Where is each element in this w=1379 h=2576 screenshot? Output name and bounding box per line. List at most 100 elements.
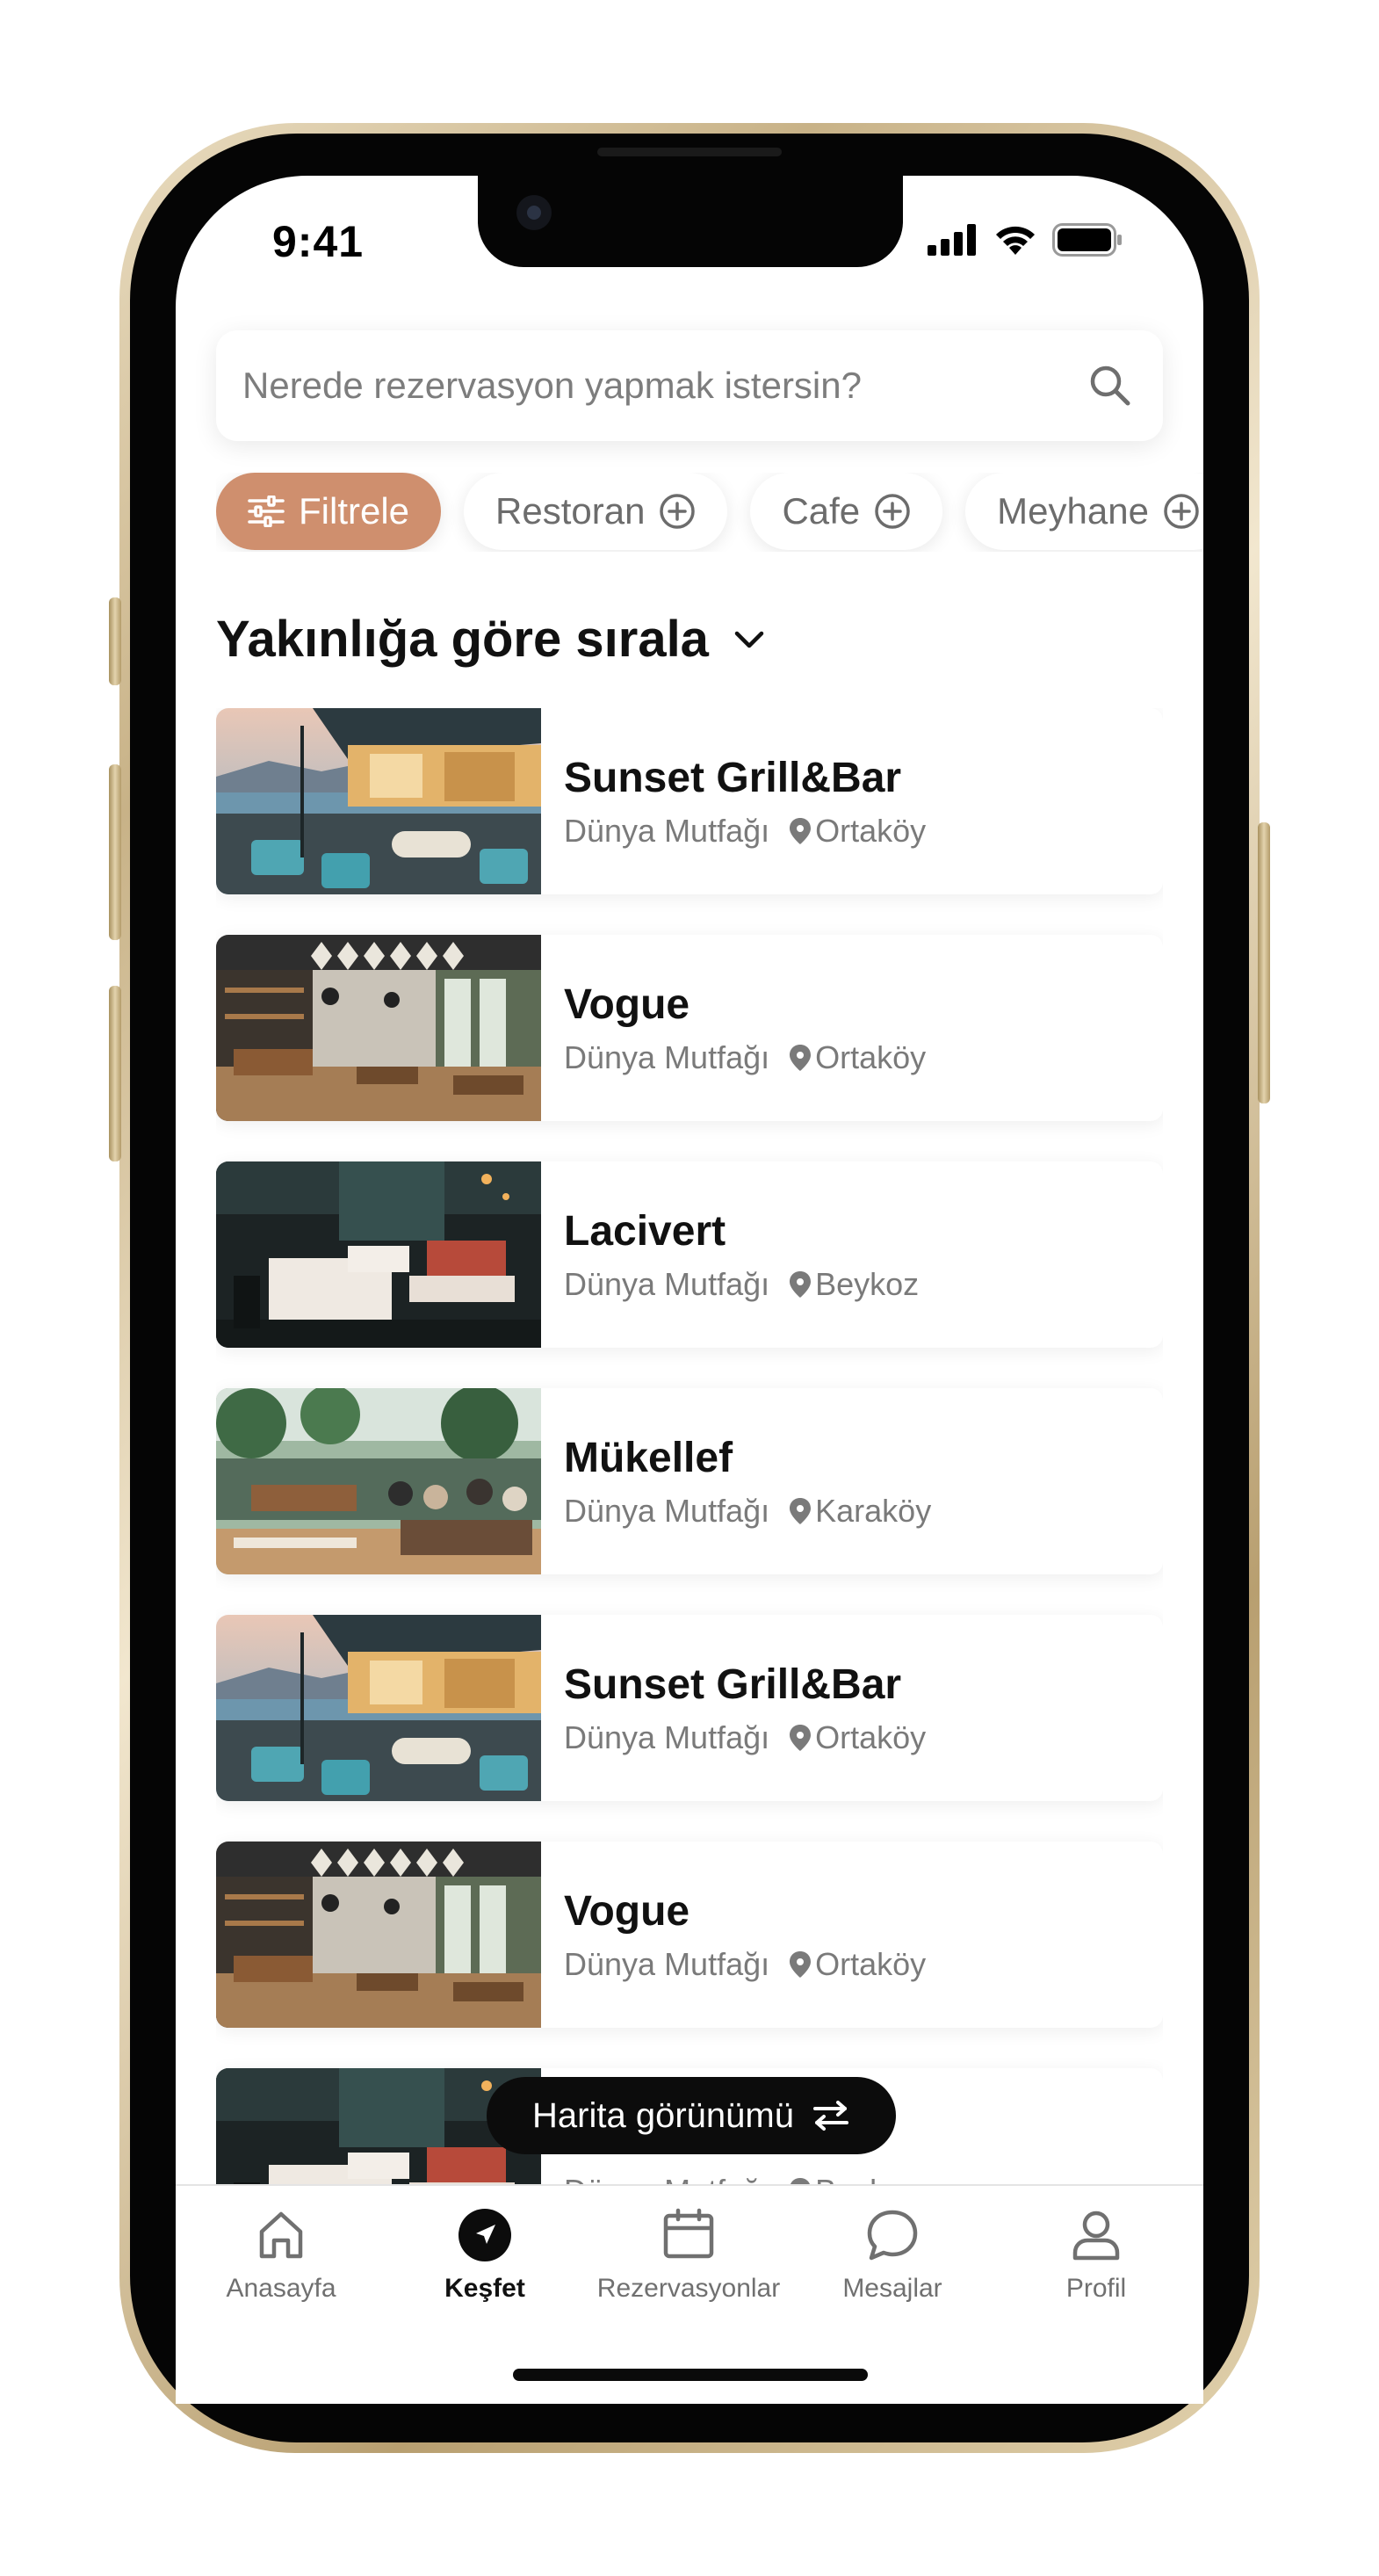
restaurant-location: Ortaköy [815,1946,927,1982]
location-pin-icon [790,1951,812,1978]
volume-up-button [109,764,121,940]
restaurant-cuisine: Dünya Mutfağı [564,1719,770,1755]
tab-label: Anasayfa [226,2274,336,2303]
restaurant-thumbnail [216,935,541,1121]
restaurant-meta: Dünya Mutfağı Karaköy [564,1493,931,1530]
restaurant-location: Beykoz [815,1266,920,1302]
restaurant-card[interactable]: Mükellef Dünya Mutfağı Karaköy [216,1388,1163,1574]
sort-title: Yakınlığa göre sırala [216,611,709,668]
wifi-icon [996,226,1035,255]
restaurant-thumbnail [216,1161,541,1348]
restaurant-card[interactable]: Sunset Grill&Bar Dünya Mutfağı Ortaköy [216,708,1163,894]
tab-label: Profil [1065,2274,1127,2303]
map-view-button[interactable]: Harita görünümü [487,2077,896,2154]
plus-circle-icon [1164,494,1199,529]
cellular-signal-icon [928,224,976,256]
restaurant-cuisine: Dünya Mutfağı [564,813,770,849]
restaurant-info: Vogue Dünya Mutfağı Ortaköy [541,935,926,1121]
restaurant-location: Ortaköy [815,1719,927,1755]
plus-circle-icon [660,494,696,529]
swap-arrows-icon [812,2101,848,2131]
filter-chip[interactable]: Filtrele [216,473,442,550]
restaurant-photo [216,1161,541,1348]
map-view-label: Harita görünümü [532,2095,794,2135]
chat-icon [867,2210,918,2261]
chip-meyhane[interactable]: Meyhane [965,473,1203,550]
restaurant-location: Karaköy [815,1493,932,1529]
restaurant-meta: Dünya Mutfağı Ortaköy [564,1039,926,1076]
front-camera [516,195,552,230]
restaurant-photo [216,1388,541,1574]
chip-label: Filtrele [299,490,410,532]
location-pin-icon [790,818,812,844]
tab-label: Keşfet [444,2274,525,2303]
volume-down-button [109,986,121,1161]
chip-cafe[interactable]: Cafe [750,473,943,550]
tab-mesajlar[interactable]: Mesajlar [805,2207,980,2304]
power-button [1258,822,1270,1103]
restaurant-name: Sunset Grill&Bar [564,755,902,801]
battery-icon [1052,223,1122,257]
restaurant-meta: Dünya Mutfağı Beykoz [564,1266,919,1303]
chip-label: Meyhane [997,490,1149,532]
tab-anasayfa[interactable]: Anasayfa [193,2207,369,2304]
restaurant-thumbnail [216,1388,541,1574]
restaurant-info: Sunset Grill&Bar Dünya Mutfağı Ortaköy [541,1615,926,1801]
restaurant-name: Vogue [564,981,690,1028]
chevron-down-icon [734,631,764,648]
location-pin-icon [790,1725,812,1751]
restaurant-photo [216,708,541,894]
earpiece-speaker [597,148,782,156]
search-icon[interactable] [1084,359,1137,412]
calendar-icon [663,2208,714,2259]
plus-circle-icon [875,494,910,529]
restaurant-card[interactable]: Vogue Dünya Mutfağı Ortaköy [216,935,1163,1121]
tab-profil[interactable]: Profil [1008,2207,1184,2304]
location-pin-icon [790,1498,812,1524]
restaurant-card[interactable]: Lacivert Dünya Mutfağı Beykoz [216,1161,1163,1348]
sliders-icon [248,496,285,527]
chip-label: Restoran [495,490,646,532]
restaurant-card[interactable]: Sunset Grill&Bar Dünya Mutfağı Ortaköy [216,1615,1163,1801]
status-time: 9:41 [272,217,365,266]
restaurant-meta: Dünya Mutfağı Ortaköy [564,813,926,850]
restaurant-meta: Dünya Mutfağı Ortaköy [564,1946,926,1983]
home-indicator [513,2369,868,2381]
restaurant-thumbnail [216,708,541,894]
restaurant-photo [216,935,541,1121]
restaurant-thumbnail [216,1615,541,1801]
tab-label: Mesajlar [842,2274,942,2303]
restaurant-card[interactable]: Vogue Dünya Mutfağı Ortaköy [216,1842,1163,2028]
restaurant-photo [216,1842,541,2028]
tab-rezervasyonlar[interactable]: Rezervasyonlar [597,2207,780,2304]
restaurant-cuisine: Dünya Mutfağı [564,1493,770,1529]
chip-label: Cafe [782,490,861,532]
silent-switch [109,597,121,685]
restaurant-list: Sunset Grill&Bar Dünya Mutfağı Ortaköy Vog… [216,708,1163,2186]
restaurant-meta: Dünya Mutfağı Ortaköy [564,1719,926,1756]
profile-icon [1072,2211,1120,2261]
restaurant-name: Mükellef [564,1435,733,1481]
restaurant-info: Sunset Grill&Bar Dünya Mutfağı Ortaköy [541,708,926,894]
compass-icon [458,2209,511,2261]
location-pin-icon [790,1271,812,1298]
restaurant-cuisine: Dünya Mutfağı [564,1266,770,1302]
restaurant-name: Lacivert [564,1208,726,1255]
search-input[interactable]: Nerede rezervasyon yapmak istersin? [216,330,1163,441]
restaurant-info: Vogue Dünya Mutfağı Ortaköy [541,1842,926,2028]
restaurant-cuisine: Dünya Mutfağı [564,1946,770,1982]
chip-restoran[interactable]: Restoran [464,473,728,550]
status-icons [928,223,1123,257]
restaurant-name: Vogue [564,1888,690,1935]
restaurant-name: Sunset Grill&Bar [564,1661,902,1708]
home-icon [259,2211,303,2259]
category-chips: Filtrele Restoran Cafe Meyhane [216,473,1203,552]
restaurant-photo [216,1615,541,1801]
sort-dropdown[interactable]: Yakınlığa göre sırala [216,610,767,669]
search-placeholder: Nerede rezervasyon yapmak istersin? [242,365,862,406]
restaurant-cuisine: Dünya Mutfağı [564,1039,770,1075]
tab-kesfet[interactable]: Keşfet [397,2207,573,2304]
restaurant-location: Ortaköy [815,813,927,849]
restaurant-info: Mükellef Dünya Mutfağı Karaköy [541,1388,931,1574]
restaurant-location: Ortaköy [815,1039,927,1075]
